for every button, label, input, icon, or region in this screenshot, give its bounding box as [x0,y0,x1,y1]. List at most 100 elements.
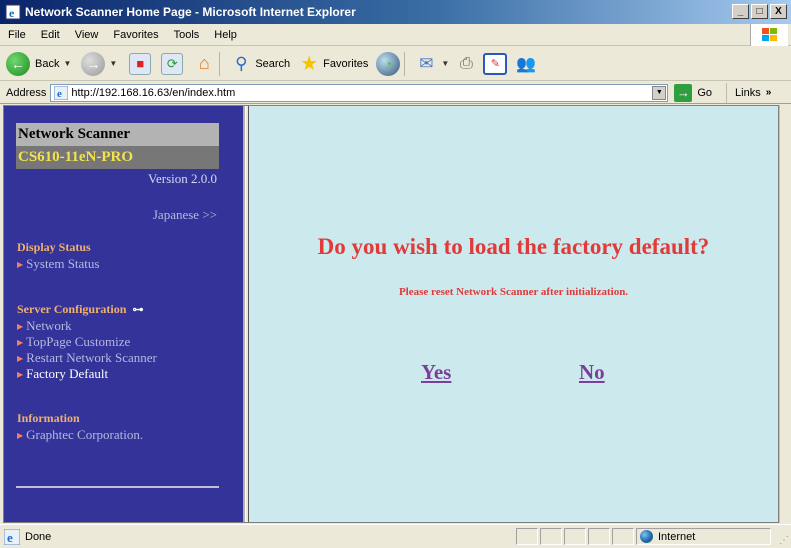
go-arrow-icon: → [674,83,693,102]
forward-button[interactable]: → ▼ [81,51,117,76]
address-field[interactable]: e ▼ [50,83,669,102]
sidebar-item-toppage-customize[interactable]: ▶ TopPage Customize [17,334,130,350]
sidebar-divider [16,486,219,488]
sidebar-item-graphtec-corporation[interactable]: ▶ Graphtec Corporation. [17,427,143,443]
status-panel [516,528,538,545]
page-status-icon: e [4,528,20,545]
maximize-button[interactable]: □ [751,4,768,19]
window-title: Network Scanner Home Page - Microsoft In… [25,5,356,19]
print-icon: ⎙ [459,54,473,72]
sidebar-item-label: Factory Default [26,366,109,381]
toolbar-separator [404,51,406,76]
security-zone[interactable]: Internet [636,528,771,545]
resize-grip-icon[interactable]: ⋰ [779,535,789,546]
status-text: Done [25,530,52,543]
standard-toolbar: ← Back ▼ → ▼ ■ ⟳ ⌂ ⚲ Search ★ Favorites … [0,47,791,81]
status-panels [516,528,634,545]
menu-view[interactable]: View [67,29,106,41]
svg-text:e: e [9,6,15,20]
messenger-button[interactable]: 👥 [515,53,537,75]
status-panel [540,528,562,545]
status-panel [564,528,586,545]
svg-text:e: e [7,530,13,545]
japanese-language-link[interactable]: Japanese >> [153,207,217,223]
favorites-label: Favorites [323,57,369,70]
menu-tools[interactable]: Tools [166,29,207,41]
sidebar: Network Scanner CS610-11eN-PRO Version 2… [4,106,245,522]
edit-button[interactable]: ✎ [483,52,508,75]
section-server-configuration: Server Configuration ⊶ [17,302,143,317]
search-label: Search [255,57,291,70]
no-link[interactable]: No [579,360,605,385]
section-information: Information [17,411,80,426]
sidebar-item-system-status[interactable]: ▶ System Status [17,256,99,272]
forward-icon: → [81,51,106,76]
sidebar-item-label: TopPage Customize [26,334,131,349]
address-dropdown-icon[interactable]: ▼ [652,85,667,100]
links-chevron-icon[interactable]: » [766,87,772,98]
status-panel [612,528,634,545]
sidebar-item-label: Graphtec Corporation. [26,427,144,442]
zone-label: Internet [658,530,696,543]
home-button[interactable]: ⌂ [193,53,215,75]
bullet-arrow-icon: ▶ [17,353,24,363]
ie-app-icon: e [5,4,21,20]
status-bar: e Done Internet ⋰ [0,524,791,548]
stop-button[interactable]: ■ [129,52,152,75]
section-display-status: Display Status [17,240,91,255]
url-input[interactable] [71,86,632,99]
stop-icon: ■ [129,52,152,75]
sidebar-item-label: System Status [26,256,100,271]
go-label: Go [697,86,713,99]
sidebar-item-factory-default[interactable]: ▶ Factory Default [17,366,108,382]
favorites-star-icon: ★ [300,53,319,75]
history-button[interactable]: ◔ [376,51,401,76]
globe-icon [640,530,653,543]
go-button[interactable]: → Go [674,83,713,102]
search-button[interactable]: ⚲ Search [230,53,290,75]
page-viewport: Network Scanner CS610-11eN-PRO Version 2… [3,105,779,523]
bullet-arrow-icon: ▶ [17,259,24,269]
print-button[interactable]: ⎙ [455,53,477,75]
menu-edit[interactable]: Edit [33,29,67,41]
menu-file[interactable]: File [0,29,33,41]
refresh-button[interactable]: ⟳ [161,52,184,75]
bullet-arrow-icon: ▶ [17,369,24,379]
mail-button[interactable]: ✉ ▼ [415,53,449,75]
search-icon: ⚲ [235,53,248,73]
favorites-button[interactable]: ★ Favorites [298,53,368,75]
bullet-arrow-icon: ▶ [17,321,24,331]
menu-favorites[interactable]: Favorites [105,29,165,41]
windows-logo-icon [750,24,788,46]
yes-link[interactable]: Yes [421,360,451,385]
title-bar: e Network Scanner Home Page - Microsoft … [0,0,791,24]
address-label: Address [6,86,47,99]
bullet-arrow-icon: ▶ [17,430,24,440]
home-icon: ⌂ [198,53,210,73]
sidebar-item-network[interactable]: ▶ Network [17,318,72,334]
sidebar-item-label: Network [26,318,72,333]
status-panel [588,528,610,545]
main-content: Do you wish to load the factory default?… [249,106,778,522]
forward-dropdown-icon[interactable]: ▼ [109,59,117,68]
version-text: Version 2.0.0 [148,171,217,186]
confirmation-question: Do you wish to load the factory default? [317,234,710,259]
close-button[interactable]: X [770,4,787,19]
mail-dropdown-icon[interactable]: ▼ [441,59,449,68]
product-model: CS610-11eN-PRO [16,146,219,169]
svg-text:e: e [57,88,62,100]
back-button[interactable]: ← Back ▼ [6,51,71,76]
section-title: Server Configuration [17,302,127,316]
key-icon: ⊶ [132,304,144,316]
mail-icon: ✉ [419,53,434,73]
back-label: Back [35,57,60,70]
vertical-scrollbar[interactable] [779,105,789,523]
sidebar-item-restart-network-scanner[interactable]: ▶ Restart Network Scanner [17,350,157,366]
bullet-arrow-icon: ▶ [17,337,24,347]
back-dropdown-icon[interactable]: ▼ [63,59,71,68]
section-title: Display Status [17,240,91,254]
reset-note: Please reset Network Scanner after initi… [398,286,629,298]
links-toolbar[interactable]: Links » [726,82,772,103]
minimize-button[interactable]: _ [732,4,749,19]
menu-help[interactable]: Help [206,29,244,41]
